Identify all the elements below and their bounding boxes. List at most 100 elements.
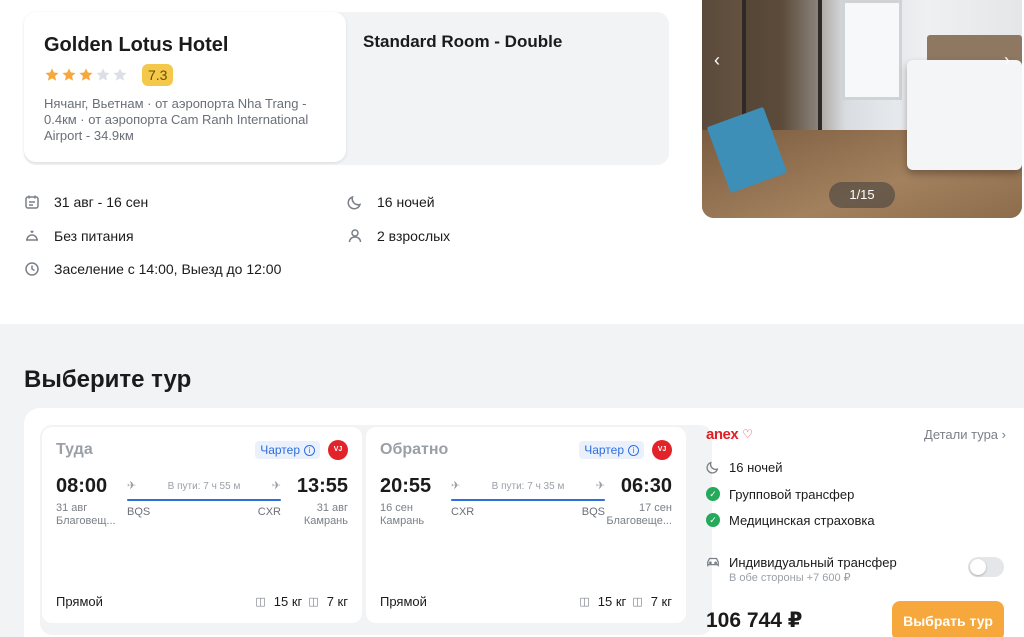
operator-head: anex ♡ Детали тура › xyxy=(706,424,1006,444)
arrival-info: 31 авг Камрань xyxy=(304,502,348,528)
star-filled-icon xyxy=(62,68,76,81)
arrival-time: 06:30 xyxy=(620,475,672,497)
flight-type: Прямой xyxy=(380,594,427,609)
baggage-weight: 15 кг xyxy=(597,594,627,609)
moon-icon xyxy=(347,195,362,210)
option-insurance-text: Медицинская страховка xyxy=(729,512,875,528)
option-group-transfer: ✓ Групповой трансфер xyxy=(706,485,854,503)
fact-nights: 16 ночей xyxy=(347,192,435,212)
departure-info: 31 авг Благовещ... xyxy=(56,502,116,528)
hand-luggage-icon: ◫ xyxy=(308,596,319,608)
flights-panel: Туда Чартер i VJ 08:00 31 авг Благовещ...… xyxy=(40,425,712,635)
fact-dates: 31 авг - 16 сен xyxy=(24,192,148,212)
option-nights-text: 16 ночей xyxy=(729,459,783,475)
leg-head: Обратно Чартер i VJ xyxy=(380,439,672,461)
departure-time: 20:55 xyxy=(380,475,432,497)
leg-head: Туда Чартер i VJ xyxy=(56,439,348,461)
option-insurance: ✓ Медицинская страховка xyxy=(706,511,875,529)
hotel-photo-gallery[interactable]: ‹ › 1/15 xyxy=(702,0,1022,218)
info-icon[interactable]: i xyxy=(304,444,315,456)
individual-transfer-note: В обе стороны +7 600 ₽ xyxy=(729,572,851,584)
chevron-left-icon[interactable]: ‹ xyxy=(714,50,720,71)
hand-luggage-weight: 7 кг xyxy=(650,594,672,609)
option-group-transfer-text: Групповой трансфер xyxy=(729,486,855,502)
hotel-name[interactable]: Golden Lotus Hotel xyxy=(44,32,326,58)
fact-checkin-text: Заселение с 14:00, Выезд до 12:00 xyxy=(54,261,282,277)
departure-city: Камрань xyxy=(380,515,425,527)
fact-meal: Без питания xyxy=(24,226,134,246)
info-icon[interactable]: i xyxy=(628,444,639,456)
takeoff-icon: ✈ xyxy=(127,480,137,492)
hand-luggage-icon: ◫ xyxy=(632,596,643,608)
choose-tour-title: Выберите тур xyxy=(24,366,192,393)
tour-details-label: Детали тура xyxy=(924,426,999,442)
leg-badges: Чартер i VJ xyxy=(579,440,672,460)
fact-dates-text: 31 авг - 16 сен xyxy=(54,194,149,210)
tour-details-link[interactable]: Детали тура › xyxy=(924,427,1006,442)
flight-type: Прямой xyxy=(56,594,103,609)
landing-icon: ✈ xyxy=(595,480,605,492)
hotel-section: Golden Lotus Hotel 7.3 Нячанг, Вьетнам ·… xyxy=(0,0,1024,324)
option-individual-transfer: Индивидуальный трансфер xyxy=(706,553,897,571)
rating-score-badge: 7.3 xyxy=(142,64,174,86)
suitcase-icon: ◫ xyxy=(579,596,590,608)
arrival-code: CXR xyxy=(257,506,281,518)
select-tour-button[interactable]: Выбрать тур xyxy=(892,601,1004,637)
arrival-date: 31 авг xyxy=(316,502,348,514)
arrival-city: Благовеще... xyxy=(606,515,672,527)
route-line xyxy=(451,499,605,501)
route: ✈ В пути: 7 ч 35 м ✈ CXR BQS xyxy=(451,479,605,519)
fact-checkin: Заселение с 14:00, Выезд до 12:00 xyxy=(24,259,281,279)
hotel-card[interactable]: Golden Lotus Hotel 7.3 Нячанг, Вьетнам ·… xyxy=(24,12,346,162)
fact-nights-text: 16 ночей xyxy=(377,194,435,210)
charter-label: Чартер xyxy=(584,443,624,457)
operator-name: anex xyxy=(706,425,739,443)
arrival-time: 13:55 xyxy=(296,475,348,497)
charter-badge[interactable]: Чартер i xyxy=(579,441,644,459)
star-empty-icon xyxy=(113,68,127,81)
photo-bed xyxy=(907,60,1022,170)
departure-city: Благовещ... xyxy=(56,515,116,527)
hand-luggage-weight: 7 кг xyxy=(326,594,348,609)
individual-transfer-toggle[interactable] xyxy=(968,557,1004,577)
departure-time: 08:00 xyxy=(56,475,108,497)
clock-icon xyxy=(25,262,39,276)
hotel-location: Нячанг, Вьетнам · от аэропорта Nha Trang… xyxy=(44,96,309,143)
rating-row: 7.3 xyxy=(44,64,326,86)
check-icon: ✓ xyxy=(706,487,720,501)
flight-duration: В пути: 7 ч 55 м xyxy=(167,481,241,492)
leg-direction: Туда xyxy=(56,441,93,458)
tour-offer: Туда Чартер i VJ 08:00 31 авг Благовещ...… xyxy=(24,408,1024,637)
hotel-stars xyxy=(44,67,128,83)
baggage: ◫ 15 кг ◫ 7 кг xyxy=(255,594,348,609)
arrival-info: 17 сен Благовеще... xyxy=(606,502,672,528)
departure-info: 16 сен Камрань xyxy=(380,502,424,528)
airline-logo-icon: VJ xyxy=(652,440,672,460)
fact-meal-text: Без питания xyxy=(54,228,134,244)
leg-times: 20:55 16 сен Камрань ✈ В пути: 7 ч 35 м … xyxy=(380,475,672,535)
moon-icon xyxy=(706,461,719,474)
flight-leg-return[interactable]: Обратно Чартер i VJ 20:55 16 сен Камрань … xyxy=(366,427,686,623)
chevron-right-icon[interactable]: › xyxy=(1004,50,1010,71)
fact-guests: 2 взрослых xyxy=(347,226,450,246)
room-title: Standard Room - Double xyxy=(363,32,563,51)
photo-counter: 1/15 xyxy=(829,182,895,208)
option-individual-transfer-text: Индивидуальный трансфер xyxy=(729,554,897,570)
heart-icon[interactable]: ♡ xyxy=(742,427,753,441)
arrival-date: 17 сен xyxy=(639,502,672,514)
cloche-icon xyxy=(26,230,38,241)
charter-badge[interactable]: Чартер i xyxy=(255,441,320,459)
operator-panel: anex ♡ Детали тура › 16 ночей ✓ Групповой… xyxy=(706,424,1006,637)
check-icon: ✓ xyxy=(706,513,720,527)
flight-leg-outbound[interactable]: Туда Чартер i VJ 08:00 31 авг Благовещ...… xyxy=(42,427,362,623)
route-line xyxy=(127,499,281,501)
operator-logo: anex ♡ xyxy=(706,425,753,443)
baggage-weight: 15 кг xyxy=(273,594,303,609)
tour-price: 106 744 ₽ xyxy=(706,609,803,632)
departure-date: 16 сен xyxy=(380,502,413,514)
takeoff-icon: ✈ xyxy=(451,480,461,492)
leg-direction: Обратно xyxy=(380,441,449,458)
arrival-city: Камрань xyxy=(303,515,348,527)
star-empty-icon xyxy=(96,68,110,81)
charter-label: Чартер xyxy=(260,443,300,457)
